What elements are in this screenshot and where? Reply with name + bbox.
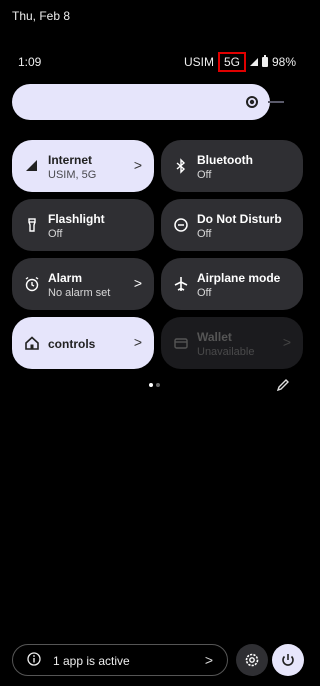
- network-type-label: 5G: [217, 52, 246, 72]
- page-dot-active: [149, 383, 153, 387]
- tile-bluetooth[interactable]: Bluetooth Off: [161, 140, 303, 192]
- flashlight-icon: [28, 218, 36, 232]
- signal-icon: [249, 58, 258, 66]
- date-label: Thu, Feb 8: [12, 9, 71, 23]
- tile-subtitle: Off: [197, 228, 212, 240]
- brightness-track: [268, 101, 284, 103]
- tile-title: Do Not Disturb: [197, 212, 282, 226]
- tile-title: Wallet: [197, 330, 232, 344]
- carrier-label: USIM: [183, 55, 214, 69]
- page-dot: [156, 383, 160, 387]
- status-bar-right: USIM 5G 98%: [184, 52, 296, 72]
- cellular-signal-icon: [26, 160, 37, 171]
- tile-flashlight[interactable]: Flashlight Off: [12, 199, 154, 251]
- airplane-icon: [174, 277, 188, 291]
- tile-title: Bluetooth: [197, 153, 253, 167]
- tile-do-not-disturb[interactable]: Do Not Disturb Off: [161, 199, 303, 251]
- info-icon: [27, 652, 41, 666]
- settings-button[interactable]: [236, 644, 268, 676]
- tile-alarm[interactable]: Alarm No alarm set >: [12, 258, 154, 310]
- tile-subtitle: Off: [48, 228, 63, 240]
- tile-subtitle: No alarm set: [48, 287, 111, 299]
- brightness-slider[interactable]: [12, 84, 270, 120]
- battery-icon: [261, 55, 268, 67]
- brightness-icon: [246, 96, 258, 108]
- chevron-right-icon: >: [204, 652, 213, 668]
- gear-icon: [245, 653, 259, 667]
- tile-home-controls[interactable]: controls >: [12, 317, 154, 369]
- tile-subtitle: Unavailable: [197, 346, 255, 358]
- edit-pencil-icon[interactable]: [276, 378, 290, 392]
- tile-title: Airplane mode: [197, 271, 281, 285]
- tile-airplane-mode[interactable]: Airplane mode Off: [161, 258, 303, 310]
- chevron-right-icon: >: [133, 157, 142, 173]
- battery-percent: 98%: [271, 55, 296, 69]
- power-button[interactable]: [272, 644, 304, 676]
- tile-subtitle: USIM, 5G: [48, 169, 97, 181]
- tile-title: Flashlight: [48, 212, 105, 226]
- active-apps-label: 1 app is active: [53, 654, 130, 668]
- tile-title: controls: [48, 337, 96, 351]
- power-icon: [282, 654, 294, 666]
- chevron-right-icon: >: [282, 334, 291, 350]
- tile-wallet[interactable]: Wallet Unavailable >: [161, 317, 303, 369]
- tile-title: Internet: [48, 153, 93, 167]
- bluetooth-icon: [176, 158, 186, 174]
- wallet-icon: [174, 338, 188, 349]
- home-icon: [25, 336, 39, 350]
- time-label: 1:09: [18, 55, 42, 69]
- do-not-disturb-icon: [174, 218, 188, 232]
- tile-subtitle: Off: [197, 287, 212, 299]
- chevron-right-icon: >: [133, 275, 142, 291]
- page-indicator: [149, 383, 160, 387]
- tile-subtitle: Off: [197, 169, 212, 181]
- tile-title: Alarm: [48, 271, 83, 285]
- alarm-clock-icon: [25, 276, 39, 292]
- chevron-right-icon: >: [133, 334, 142, 350]
- active-apps-button[interactable]: 1 app is active >: [12, 644, 228, 676]
- tile-internet[interactable]: Internet USIM, 5G >: [12, 140, 154, 192]
